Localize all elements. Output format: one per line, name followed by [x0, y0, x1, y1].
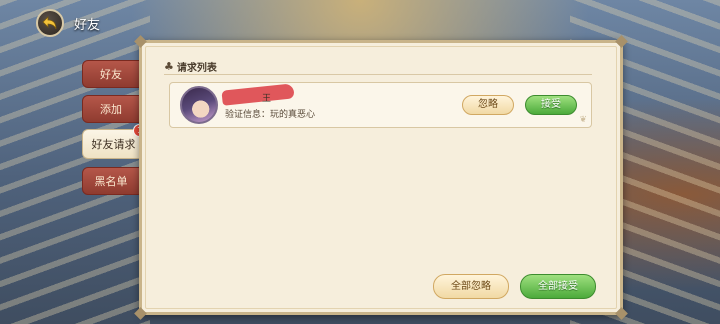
section-header: ♣ 请求列表 [164, 59, 217, 74]
player-name: 王 [262, 94, 272, 104]
ignore-button[interactable]: 忽略 [462, 95, 514, 115]
divider [164, 74, 592, 75]
redaction-mark [221, 83, 295, 106]
tab-friend-requests-label: 好友请求 [91, 138, 136, 151]
back-arrow-icon [42, 16, 57, 30]
tab-friend-requests[interactable]: 好友请求 1 [82, 124, 146, 159]
accept-button[interactable]: 接受 [525, 95, 577, 115]
club-icon: ♣ [164, 60, 174, 73]
avatar[interactable] [180, 86, 218, 124]
requests-panel: ♣ 请求列表 王 验证信息：玩的真恶心 忽略 接受 ❦ 全部忽略 全部接受 [134, 35, 628, 320]
header: 好友 [36, 9, 100, 37]
request-row: 王 验证信息：玩的真恶心 忽略 接受 ❦ [169, 82, 592, 128]
ignore-all-button[interactable]: 全部忽略 [433, 274, 509, 299]
tab-add[interactable]: 添加 [82, 95, 140, 123]
section-title: 请求列表 [176, 63, 217, 74]
verification-message: 验证信息：玩的真恶心 [225, 110, 316, 120]
leaf-ornament-icon: ❦ [579, 115, 587, 125]
tab-blacklist[interactable]: 黑名单 [82, 167, 140, 195]
tab-friends[interactable]: 好友 [82, 60, 140, 88]
page-title: 好友 [74, 17, 101, 33]
left-wing-decoration [0, 0, 150, 324]
accept-all-button[interactable]: 全部接受 [520, 274, 596, 299]
back-button[interactable] [36, 9, 64, 37]
